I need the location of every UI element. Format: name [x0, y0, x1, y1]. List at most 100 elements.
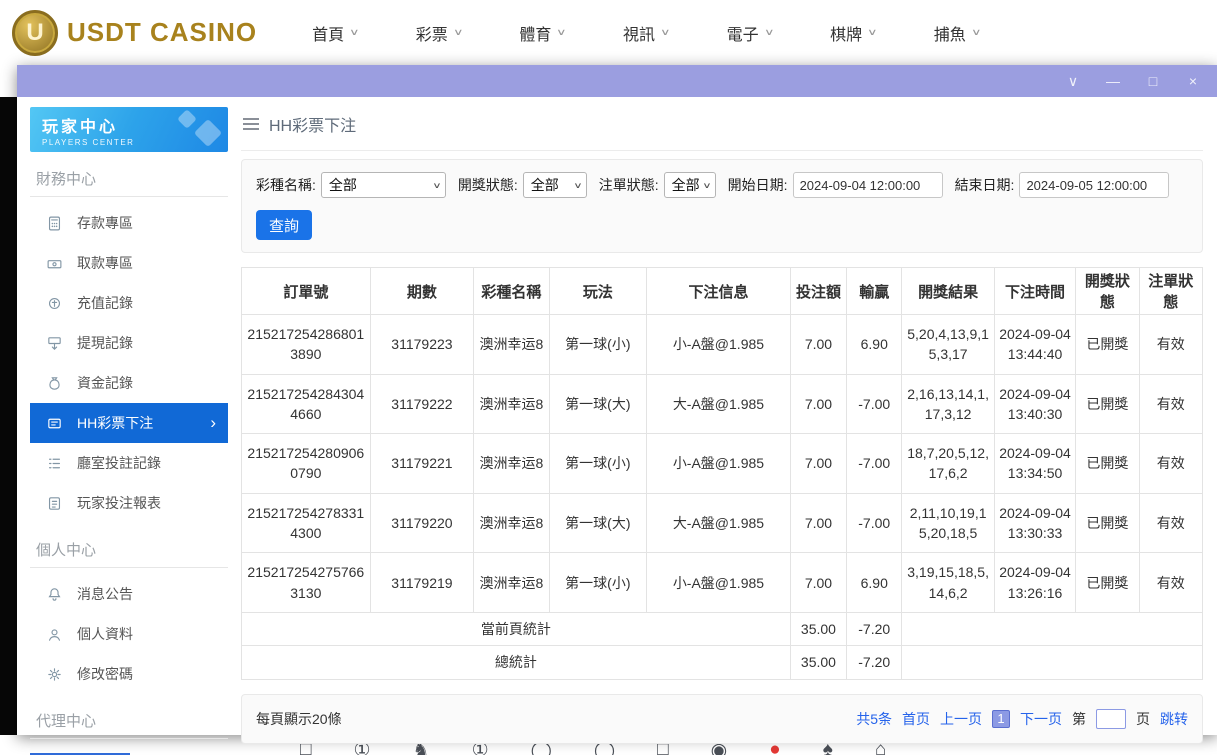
window-titlebar[interactable]: ∨ — □ × — [17, 65, 1217, 97]
sidebar-item-room-bet-records[interactable]: 廳室投註記錄 — [30, 443, 228, 483]
sidebar-item-label: 取款專區 — [77, 253, 133, 273]
table-header-cell: 訂單號 — [242, 268, 371, 315]
window-minimize-icon[interactable]: — — [1105, 73, 1121, 89]
table-row: 2152172542843044660 31179222 澳洲幸运8 第一球(大… — [242, 374, 1203, 434]
nav-item-sports[interactable]: 體育 ∨ — [519, 21, 565, 45]
table-cell: 有效 — [1139, 493, 1202, 553]
window-collapse-icon[interactable]: ∨ — [1065, 73, 1081, 89]
hamburger-menu-icon[interactable] — [243, 118, 259, 130]
selected-value: 全部 — [531, 175, 559, 195]
sidebar-item-change-password[interactable]: 修改密碼 — [30, 654, 228, 694]
sidebar-item-cashout-records[interactable]: 提現記錄 — [30, 323, 228, 363]
nav-item-fishing[interactable]: 捕魚 ∨ — [934, 21, 980, 45]
logo-text: USDT CASINO — [67, 17, 257, 48]
chevron-down-icon: ∨ — [867, 27, 878, 38]
table-cell: 小-A盤@1.985 — [647, 315, 791, 375]
table-cell: 第一球(小) — [549, 315, 647, 375]
draw-status-label: 開獎狀態: — [458, 175, 518, 195]
window-maximize-icon[interactable]: □ — [1145, 73, 1161, 89]
sidebar-item-hh-lottery-bets[interactable]: HH彩票下注 › — [30, 403, 228, 443]
chevron-down-icon: ∨ — [573, 181, 582, 190]
calculator-icon — [46, 215, 63, 232]
start-date-label: 開始日期: — [728, 175, 788, 195]
prev-page-link[interactable]: 上一页 — [940, 709, 982, 729]
pagination-controls: 共5条 首页 上一页 1 下一页 第 页 跳转 — [856, 709, 1188, 729]
sidebar-item-withdraw[interactable]: 取款專區 — [30, 243, 228, 283]
coin-icon — [46, 295, 63, 312]
pagination-bar: 每頁顯示20條 共5条 首页 上一页 1 下一页 第 页 跳转 — [241, 694, 1203, 744]
sidebar-item-label: HH彩票下注 — [77, 413, 153, 433]
table-header-cell: 期數 — [370, 268, 474, 315]
players-center-banner: 玩家中心 PLAYERS CENTER — [30, 107, 228, 152]
lottery-name-select[interactable]: 全部 ∨ — [321, 172, 446, 198]
nav-item-electronic[interactable]: 電子 ∨ — [727, 21, 773, 45]
start-date-input[interactable] — [793, 172, 943, 198]
main-content: HH彩票下注 彩種名稱: 全部 ∨ 開獎狀態: — [241, 97, 1217, 735]
table-cell: 第一球(大) — [549, 493, 647, 553]
next-page-link[interactable]: 下一页 — [1020, 709, 1062, 729]
chevron-down-icon: ∨ — [702, 181, 711, 190]
sidebar-item-label: 資金記錄 — [77, 373, 133, 393]
table-header-row: 訂單號 期數 彩種名稱 玩法 下注信息 投注額 輸贏 開獎結果 下注時間 開獎狀… — [242, 268, 1203, 315]
table-cell: 2152172542783314300 — [242, 493, 371, 553]
banknote-icon — [46, 255, 63, 272]
table-header-cell: 下注時間 — [994, 268, 1075, 315]
nav-item-video[interactable]: 視訊 ∨ — [623, 21, 669, 45]
nav-item-label: 彩票 — [416, 21, 448, 45]
sidebar: 玩家中心 PLAYERS CENTER 財務中心 存款專區 取款 — [17, 97, 241, 735]
table-cell: 31179221 — [370, 434, 474, 494]
table-cell: 有效 — [1139, 315, 1202, 375]
table-cell: 5,20,4,13,9,15,3,17 — [902, 315, 994, 375]
table-cell: 2024-09-04 13:30:33 — [994, 493, 1075, 553]
current-page-badge[interactable]: 1 — [992, 710, 1010, 728]
filter-panel: 彩種名稱: 全部 ∨ 開獎狀態: 全部 ∨ — [241, 159, 1203, 253]
order-status-select[interactable]: 全部 ∨ — [664, 172, 716, 198]
table-cell: 7.00 — [790, 434, 846, 494]
main-nav: 首頁 ∨ 彩票 ∨ 體育 ∨ 視訊 ∨ 電子 ∨ 棋牌 ∨ — [312, 21, 979, 45]
sidebar-item-label: 充值記錄 — [77, 293, 133, 313]
table-cell: 2024-09-04 13:40:30 — [994, 374, 1075, 434]
chevron-down-icon: ∨ — [453, 27, 464, 38]
table-header-cell: 開獎狀態 — [1076, 268, 1139, 315]
table-cell: 有效 — [1139, 553, 1202, 613]
table-cell: 7.00 — [790, 493, 846, 553]
sidebar-item-recharge-records[interactable]: 充值記錄 — [30, 283, 228, 323]
search-button[interactable]: 查詢 — [256, 210, 312, 240]
nav-item-lottery[interactable]: 彩票 ∨ — [416, 21, 462, 45]
selected-value: 全部 — [329, 175, 357, 195]
table-cell: 6.90 — [847, 315, 902, 375]
table-cell: -7.00 — [847, 374, 902, 434]
sidebar-item-player-bet-report[interactable]: 玩家投注報表 — [30, 483, 228, 523]
window-close-icon[interactable]: × — [1185, 73, 1201, 89]
table-cell: 31179222 — [370, 374, 474, 434]
sidebar-item-profile[interactable]: 個人資料 — [30, 614, 228, 654]
per-page-label: 每頁顯示20條 — [256, 709, 342, 729]
first-page-link[interactable]: 首页 — [902, 709, 930, 729]
sidebar-item-label: 個人資料 — [77, 624, 133, 644]
table-cell: 第一球(小) — [549, 553, 647, 613]
chevron-down-icon: ∨ — [660, 27, 671, 38]
sidebar-item-deposit[interactable]: 存款專區 — [30, 203, 228, 243]
lottery-ticket-icon — [46, 415, 63, 432]
jump-link[interactable]: 跳转 — [1160, 709, 1188, 729]
logo[interactable]: U USDT CASINO — [12, 10, 257, 56]
table-cell: 18,7,20,5,12,17,6,2 — [902, 434, 994, 494]
sidebar-item-label: 存款專區 — [77, 213, 133, 233]
summary-label: 總統計 — [242, 646, 791, 679]
sidebar-item-fund-records[interactable]: 資金記錄 — [30, 363, 228, 403]
bell-icon — [46, 586, 63, 603]
table-cell: 6.90 — [847, 553, 902, 613]
cashout-arrow-icon — [46, 335, 63, 352]
table-header-cell: 輸贏 — [847, 268, 902, 315]
end-date-input[interactable] — [1019, 172, 1169, 198]
filter-row: 彩種名稱: 全部 ∨ 開獎狀態: 全部 ∨ — [256, 172, 1188, 198]
chevron-down-icon: ∨ — [971, 27, 982, 38]
nav-item-home[interactable]: 首頁 ∨ — [312, 21, 358, 45]
window-body: 玩家中心 PLAYERS CENTER 財務中心 存款專區 取款 — [17, 97, 1217, 735]
table-cell: 第一球(小) — [549, 434, 647, 494]
page-jump-input[interactable] — [1096, 709, 1126, 729]
draw-status-select[interactable]: 全部 ∨ — [523, 172, 587, 198]
sidebar-item-announcements[interactable]: 消息公告 — [30, 574, 228, 614]
table-cell: 2024-09-04 13:44:40 — [994, 315, 1075, 375]
nav-item-boardgames[interactable]: 棋牌 ∨ — [830, 21, 876, 45]
